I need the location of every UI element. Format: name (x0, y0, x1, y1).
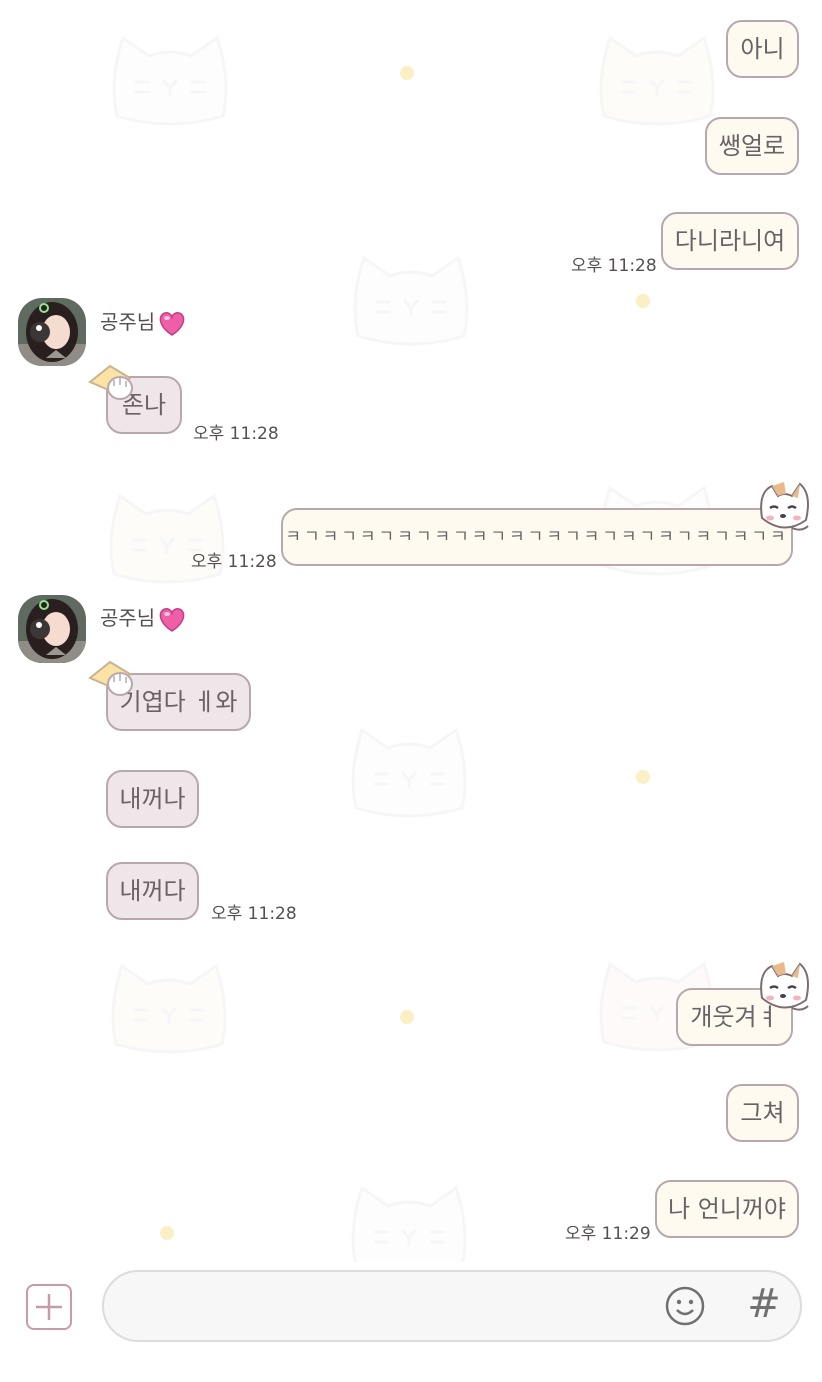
message-bubble-sent[interactable]: ㅋㄱㅋㄱㅋㄱㅋㄱㅋㄱㅋㄱㅋㄱㅋㄱㅋㄱㅋㄱㅋㄱㅋㄱㅋㄱㅋ (281, 508, 793, 566)
cat-face-pattern-icon (351, 727, 467, 818)
cat-face-pattern-icon (111, 963, 227, 1054)
shiba-dog-sticker-icon (760, 962, 809, 1011)
message-bubble-sent[interactable]: 쌩얼로 (705, 117, 799, 175)
shiba-dog-sticker-icon (760, 482, 809, 531)
message-bubble-sent[interactable]: 나 언니꺼야 (655, 1180, 799, 1238)
cat-face-pattern-icon (353, 255, 469, 346)
avatar[interactable] (18, 298, 86, 366)
sender-name-text: 공주님 (100, 310, 156, 334)
timestamp: 오후 11:28 (193, 424, 279, 444)
timestamp: 오후 11:28 (191, 552, 277, 572)
cat-paw-sticker-icon (88, 660, 133, 696)
avatar[interactable] (18, 595, 86, 663)
cat-face-pattern-icon (599, 35, 715, 126)
pink-heart-icon (159, 311, 185, 336)
plus-icon (36, 1294, 62, 1320)
dot-pattern (636, 294, 650, 308)
timestamp: 오후 11:29 (565, 1224, 651, 1244)
message-bubble-sent[interactable]: 아니 (726, 20, 799, 78)
cat-face-pattern-icon (112, 35, 228, 126)
dot-pattern (160, 1226, 174, 1240)
sender-name-text: 공주님 (100, 606, 156, 630)
timestamp: 오후 11:28 (571, 256, 657, 276)
message-bubble-sent[interactable]: 다니라니여 (661, 212, 799, 270)
pink-heart-icon (159, 607, 185, 632)
message-bubble-sent[interactable]: 그쳐 (726, 1084, 799, 1142)
timestamp: 오후 11:28 (211, 904, 297, 924)
emoji-button[interactable] (664, 1285, 706, 1327)
cat-face-pattern-icon (351, 1185, 467, 1262)
hashtag-button[interactable]: # (744, 1282, 784, 1326)
chat-area[interactable]: 아니 쌩얼로 오후 11:28 다니라니여 공주님 존나 오후 11:28 오후… (0, 0, 822, 1262)
dot-pattern (400, 66, 414, 80)
add-attachment-button[interactable] (26, 1284, 72, 1330)
sender-name: 공주님 (100, 306, 186, 337)
cat-paw-sticker-icon (88, 364, 133, 400)
emoji-icon (665, 1286, 705, 1326)
message-bubble-received[interactable]: 내꺼나 (106, 770, 199, 828)
dot-pattern (636, 770, 650, 784)
sender-name: 공주님 (100, 602, 186, 633)
message-bubble-received[interactable]: 내꺼다 (106, 862, 199, 920)
dot-pattern (400, 1010, 414, 1024)
